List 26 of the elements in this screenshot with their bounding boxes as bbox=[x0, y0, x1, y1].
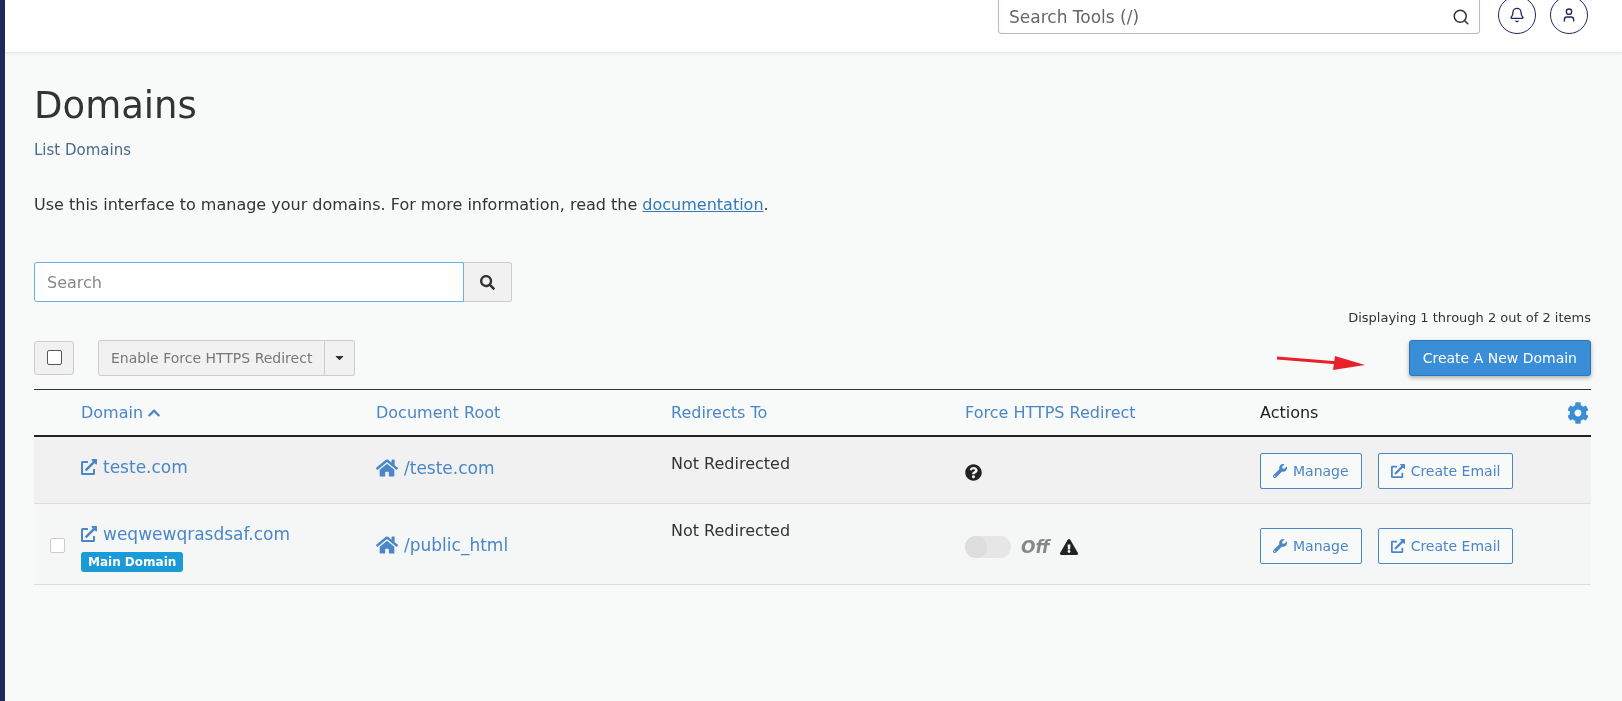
domain-link[interactable]: teste.com bbox=[81, 451, 376, 477]
redirect-status: Not Redirected bbox=[671, 520, 792, 540]
create-domain-button[interactable]: Create A New Domain bbox=[1408, 339, 1591, 376]
domain-link[interactable]: weqwewqrasdsaf.com bbox=[81, 518, 376, 544]
manage-button[interactable]: Manage bbox=[1260, 453, 1362, 489]
bulk-action-button[interactable]: Enable Force HTTPS Redirect bbox=[98, 339, 326, 376]
column-header[interactable]: Redirects To bbox=[671, 403, 965, 422]
create-email-button[interactable]: Create Email bbox=[1377, 453, 1514, 489]
document-root-link[interactable]: /teste.com bbox=[376, 451, 671, 479]
redirect-status: Not Redirected bbox=[671, 453, 792, 473]
create-email-button[interactable]: Create Email bbox=[1377, 528, 1514, 564]
column-header: Actions bbox=[1260, 403, 1320, 422]
column-header[interactable]: Domain bbox=[81, 403, 376, 422]
column-header[interactable]: Document Root bbox=[376, 403, 671, 422]
page-subtitle: List Domains bbox=[34, 141, 132, 159]
toggle-label: Off bbox=[1021, 537, 1050, 557]
document-root-link[interactable]: /public_html bbox=[376, 518, 671, 556]
paging-info: Displaying 1 through 2 out of 2 items bbox=[1348, 310, 1591, 325]
documentation-link[interactable]: documentation bbox=[642, 195, 764, 214]
manage-button[interactable]: Manage bbox=[1260, 528, 1362, 564]
page-description: Use this interface to manage your domains. For more information, read the documentation. bbox=[34, 195, 770, 214]
main-domain-badge: Main Domain bbox=[81, 552, 184, 572]
column-header[interactable]: Force HTTPS Redirect bbox=[965, 403, 1260, 422]
page-title: Domains bbox=[34, 84, 198, 127]
search-field[interactable]: Search bbox=[34, 262, 464, 302]
tool-search-field[interactable]: Search Tools (/) bbox=[998, 0, 1480, 34]
